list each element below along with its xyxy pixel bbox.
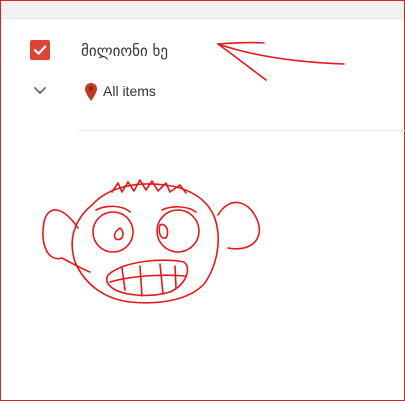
- hand-drawn-annotation: [42, 41, 345, 304]
- doodle-right-eye: [156, 209, 200, 253]
- doodle-right-ear: [217, 201, 261, 250]
- doodle-left-ear: [42, 209, 91, 273]
- annotation-arrow-shaft: [217, 43, 345, 65]
- doodle-right-pupil: [158, 223, 169, 239]
- doodle-eyebrows: [95, 205, 197, 213]
- doodle-head-outline: [71, 183, 219, 304]
- doodle-left-eye: [92, 211, 134, 253]
- annotation-arrow-head-lower: [217, 43, 267, 81]
- doodle-teeth: [109, 263, 186, 297]
- annotation-arrow-head-upper: [217, 41, 265, 45]
- doodle-left-pupil: [113, 227, 124, 241]
